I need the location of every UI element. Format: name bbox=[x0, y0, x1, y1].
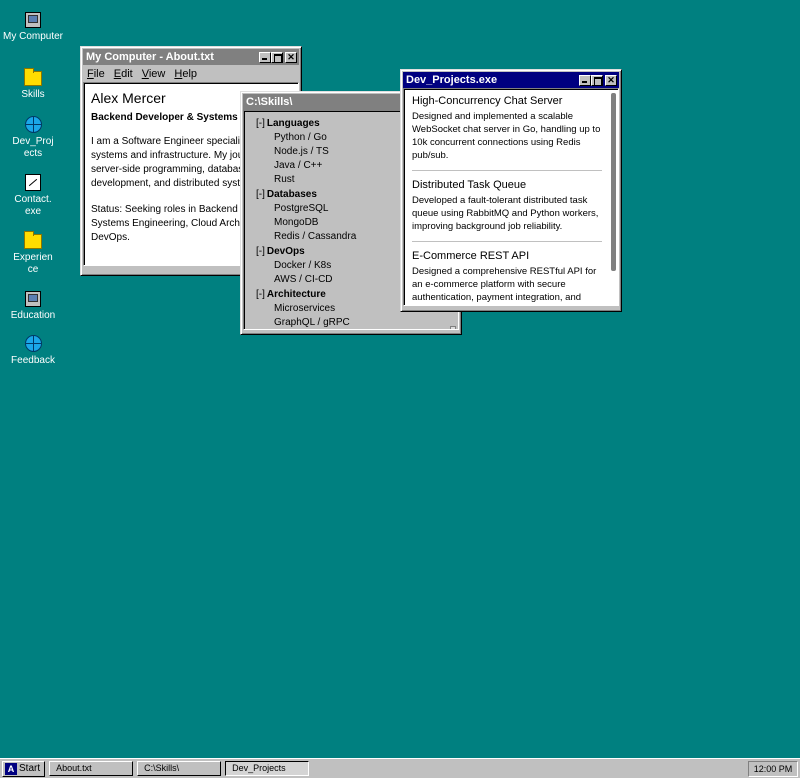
project-description: Designed a comprehensive RESTful API for… bbox=[412, 266, 597, 303]
project-title: High-Concurrency Chat Server bbox=[412, 95, 563, 107]
start-logo-icon: A bbox=[5, 762, 17, 775]
close-button[interactable]: ✕ bbox=[285, 51, 297, 63]
desktop-icon-feedback[interactable]: Feedback bbox=[1, 335, 65, 367]
taskbar: A Start About.txt C:\Skills\ Dev_Project… bbox=[0, 758, 800, 778]
window-title: My Computer - About.txt bbox=[86, 51, 214, 63]
desktop-icon-label: Education bbox=[10, 310, 56, 321]
project-description: Developed a fault-tolerant distributed t… bbox=[412, 195, 599, 232]
desktop-icon-label: Contact.exe bbox=[14, 194, 52, 217]
project-title: Distributed Task Queue bbox=[412, 179, 527, 191]
menu-file[interactable]: File bbox=[87, 68, 105, 80]
minimize-button[interactable] bbox=[259, 51, 271, 63]
scrollbar[interactable] bbox=[611, 93, 616, 271]
collapse-toggle[interactable]: [-] bbox=[256, 289, 265, 300]
collapse-toggle[interactable]: [-] bbox=[256, 118, 265, 129]
about-titlebar[interactable]: My Computer - About.txt ✕ bbox=[83, 49, 299, 65]
project-title: E-Commerce REST API bbox=[412, 250, 530, 262]
clock: 12:00 PM bbox=[748, 760, 798, 777]
window-title: Dev_Projects.exe bbox=[406, 74, 498, 86]
menu-edit[interactable]: Edit bbox=[114, 68, 133, 80]
desktop-icon-label: Feedback bbox=[11, 355, 55, 366]
maximize-button[interactable] bbox=[271, 51, 283, 63]
folder-icon bbox=[24, 68, 42, 86]
desktop-icon-my-computer[interactable]: My Computer bbox=[1, 12, 65, 43]
tree-item: GraphQL / gRPC bbox=[274, 317, 350, 328]
document-icon bbox=[25, 174, 41, 191]
menu-bar: File Edit View Help bbox=[83, 65, 299, 82]
desktop-icon-label: Dev_Projects bbox=[12, 136, 54, 159]
collapse-toggle[interactable]: [-] bbox=[256, 246, 265, 257]
computer-icon bbox=[25, 12, 41, 28]
desktop-icon-label: My Computer bbox=[2, 31, 63, 42]
start-label: Start bbox=[19, 763, 41, 774]
window-title: C:\Skills\ bbox=[246, 96, 293, 108]
minimize-button[interactable] bbox=[579, 74, 591, 86]
start-button[interactable]: A Start bbox=[2, 760, 46, 777]
menu-view[interactable]: View bbox=[142, 68, 166, 80]
desktop-icon-experience[interactable]: Experience bbox=[1, 231, 65, 276]
menu-help[interactable]: Help bbox=[174, 68, 197, 80]
desktop-icon-label: Experience bbox=[13, 252, 53, 275]
collapse-toggle[interactable]: [-] bbox=[256, 189, 265, 200]
desktop-icon-contact[interactable]: Contact.exe bbox=[1, 174, 65, 218]
project-description: Designed and implemented a scalable WebS… bbox=[412, 111, 601, 161]
desktop-icon-dev-projects[interactable]: Dev_Projects bbox=[1, 116, 65, 160]
taskbar-button-skills[interactable]: C:\Skills\ bbox=[137, 761, 222, 776]
project-card: High-Concurrency Chat Server Designed an… bbox=[412, 95, 602, 171]
computer-icon bbox=[25, 291, 41, 307]
maximize-button[interactable] bbox=[591, 74, 603, 86]
desktop-icon-label: Skills bbox=[21, 89, 45, 100]
projects-titlebar[interactable]: Dev_Projects.exe ✕ bbox=[403, 72, 619, 88]
projects-content: High-Concurrency Chat Server Designed an… bbox=[403, 88, 619, 306]
taskbar-button-projects[interactable]: Dev_Projects bbox=[225, 761, 310, 776]
folder-icon bbox=[24, 231, 42, 249]
globe-icon bbox=[24, 335, 42, 352]
desktop-icon-education[interactable]: Education bbox=[1, 291, 65, 322]
projects-window: Dev_Projects.exe ✕ High-Concurrency Chat… bbox=[400, 69, 622, 312]
globe-icon bbox=[24, 116, 42, 133]
project-card: Distributed Task Queue Developed a fault… bbox=[412, 179, 602, 242]
project-card: E-Commerce REST API Designed a comprehen… bbox=[412, 250, 602, 305]
desktop-icon-skills[interactable]: Skills bbox=[1, 68, 65, 101]
taskbar-button-about[interactable]: About.txt bbox=[49, 761, 134, 776]
close-button[interactable]: ✕ bbox=[605, 74, 617, 86]
